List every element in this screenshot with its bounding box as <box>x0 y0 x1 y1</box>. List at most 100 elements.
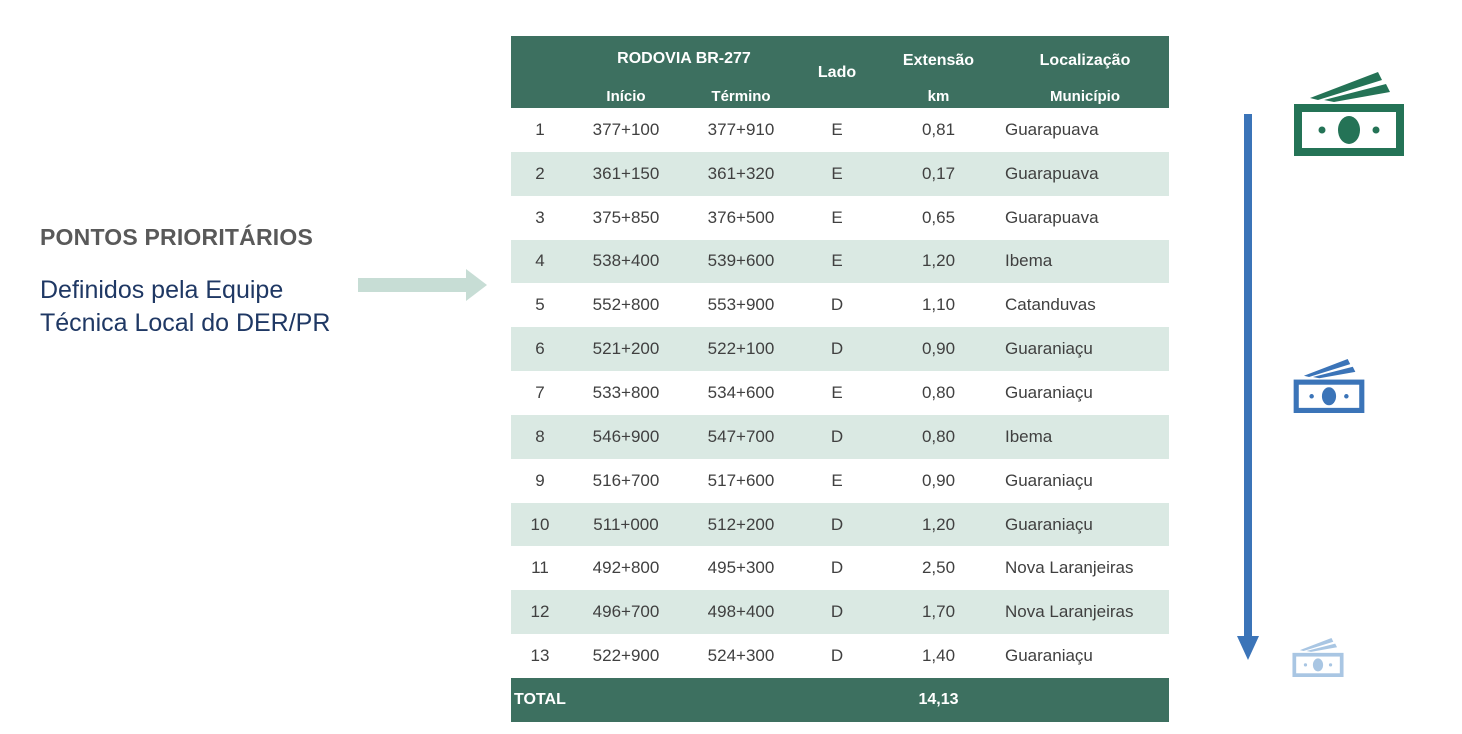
cell-municipio: Catanduvas <box>1005 295 1096 315</box>
cell-extensao: 0,90 <box>921 470 956 490</box>
arrow-down-icon <box>1237 114 1259 660</box>
cell-inicio: 533+800 <box>592 382 660 402</box>
cell-lado: D <box>830 426 844 446</box>
table-row: 10 511+000 512+200 D 1,20 Guaraniaçu <box>511 502 1169 547</box>
cell-municipio: Nova Laranjeiras <box>1005 602 1134 622</box>
section-subtitle: Definidos pela Equipe Técnica Local do D… <box>40 274 330 340</box>
cell-lado: D <box>830 339 844 359</box>
subtitle-line-2: Técnica Local do DER/PR <box>40 309 331 337</box>
cell-inicio: 492+800 <box>592 558 660 578</box>
cell-termino: 512+200 <box>707 514 775 534</box>
cell-extensao: 1,20 <box>921 514 956 534</box>
cell-inicio: 522+900 <box>592 646 660 666</box>
cell-municipio: Guarapuava <box>1005 163 1099 183</box>
table-row: 2 361+150 361+320 E 0,17 Guarapuava <box>511 151 1169 196</box>
cell-lado: E <box>831 119 843 139</box>
table-row: 1 377+100 377+910 E 0,81 Guarapuava <box>511 108 1169 152</box>
cell-number: 2 <box>535 163 545 183</box>
cell-termino: 495+300 <box>707 558 775 578</box>
cell-lado: E <box>831 207 843 227</box>
cell-municipio: Guaraniaçu <box>1005 470 1093 490</box>
header-lado: Lado <box>817 64 857 81</box>
subtitle-line-1: Definidos pela Equipe <box>40 276 284 304</box>
cell-termino: 524+300 <box>707 646 775 666</box>
table-row: 6 521+200 522+100 D 0,90 Guaraniaçu <box>511 327 1169 372</box>
cell-municipio: Guaraniaçu <box>1005 646 1093 666</box>
cell-extensao: 1,10 <box>921 295 956 315</box>
header-extensao-unit: km <box>927 88 950 105</box>
cell-number: 1 <box>535 119 545 139</box>
table-row: 4 538+400 539+600 E 1,20 Ibema <box>511 239 1169 284</box>
header-extensao: Extensão <box>902 52 975 69</box>
table-row: 11 492+800 495+300 D 2,50 Nova Laranjeiras <box>511 546 1169 590</box>
cell-termino: 361+320 <box>707 163 775 183</box>
cell-lado: E <box>831 251 843 271</box>
cell-lado: D <box>830 558 844 578</box>
cell-municipio: Guaraniaçu <box>1005 339 1093 359</box>
cell-inicio: 361+150 <box>592 163 660 183</box>
cell-extensao: 0,80 <box>921 382 956 402</box>
table-row: 3 375+850 376+500 E 0,65 Guarapuava <box>511 196 1169 240</box>
cell-extensao: 0,81 <box>921 119 956 139</box>
cell-municipio: Guarapuava <box>1005 207 1099 227</box>
cell-municipio: Nova Laranjeiras <box>1005 558 1134 578</box>
cell-lado: D <box>830 295 844 315</box>
cell-extensao: 0,17 <box>921 163 956 183</box>
cell-number: 12 <box>530 602 550 622</box>
table-row: 5 552+800 553+900 D 1,10 Catanduvas <box>511 283 1169 327</box>
cell-lado: E <box>831 470 843 490</box>
cell-number: 13 <box>530 646 550 666</box>
header-inicio: Início <box>606 88 646 105</box>
cell-municipio: Ibema <box>1005 251 1053 271</box>
money-bill-icon <box>1293 359 1365 413</box>
cell-inicio: 516+700 <box>592 470 660 490</box>
cell-termino: 517+600 <box>707 470 775 490</box>
cell-extensao: 1,20 <box>921 251 956 271</box>
cell-termino: 498+400 <box>707 602 775 622</box>
table-row: 9 516+700 517+600 E 0,90 Guaraniaçu <box>511 459 1169 503</box>
cell-lado: D <box>830 646 844 666</box>
cell-extensao: 0,65 <box>921 207 956 227</box>
table-row: 13 522+900 524+300 D 1,40 Guaraniaçu <box>511 634 1169 678</box>
cell-number: 5 <box>535 295 545 315</box>
cell-lado: E <box>831 382 843 402</box>
cell-number: 8 <box>535 426 545 446</box>
cell-termino: 376+500 <box>707 207 775 227</box>
cell-extensao: 1,70 <box>921 602 956 622</box>
cell-extensao: 1,40 <box>921 646 956 666</box>
cell-extensao: 0,80 <box>921 426 956 446</box>
cell-number: 3 <box>535 207 545 227</box>
cell-lado: E <box>831 163 843 183</box>
cell-inicio: 546+900 <box>592 426 660 446</box>
priority-points-table: RODOVIA BR-277 Início Término Lado Exten… <box>511 36 1169 722</box>
header-localizacao: Localização <box>1039 52 1131 69</box>
cell-number: 4 <box>535 251 545 271</box>
cell-termino: 547+700 <box>707 426 775 446</box>
cell-termino: 522+100 <box>707 339 775 359</box>
table-header: RODOVIA BR-277 Início Término Lado Exten… <box>511 36 1169 108</box>
table-body: 1 377+100 377+910 E 0,81 Guarapuava 2 361+150 36… <box>511 108 1169 678</box>
total-value: 14,13 <box>918 690 959 708</box>
cell-extensao: 0,90 <box>921 339 956 359</box>
cell-number: 10 <box>530 514 550 534</box>
cell-municipio: Ibema <box>1005 426 1053 446</box>
money-bill-icon <box>1292 638 1344 677</box>
cell-number: 11 <box>531 558 549 578</box>
cell-termino: 553+900 <box>707 295 775 315</box>
cell-termino: 539+600 <box>707 251 775 271</box>
header-municipio: Município <box>1050 88 1120 105</box>
cell-municipio: Guaraniaçu <box>1005 514 1093 534</box>
cell-inicio: 375+850 <box>592 207 660 227</box>
money-bill-icon <box>1294 72 1404 156</box>
cell-number: 9 <box>535 470 545 490</box>
cell-inicio: 377+100 <box>592 119 660 139</box>
cell-inicio: 521+200 <box>592 339 660 359</box>
cell-lado: D <box>830 514 844 534</box>
cell-municipio: Guarapuava <box>1005 119 1099 139</box>
table-row: 12 496+700 498+400 D 1,70 Nova Laranjeiras <box>511 590 1169 635</box>
cell-lado: D <box>830 602 844 622</box>
cell-termino: 377+910 <box>707 119 775 139</box>
cell-inicio: 552+800 <box>592 295 660 315</box>
cell-inicio: 538+400 <box>592 251 660 271</box>
cell-number: 6 <box>535 339 545 359</box>
